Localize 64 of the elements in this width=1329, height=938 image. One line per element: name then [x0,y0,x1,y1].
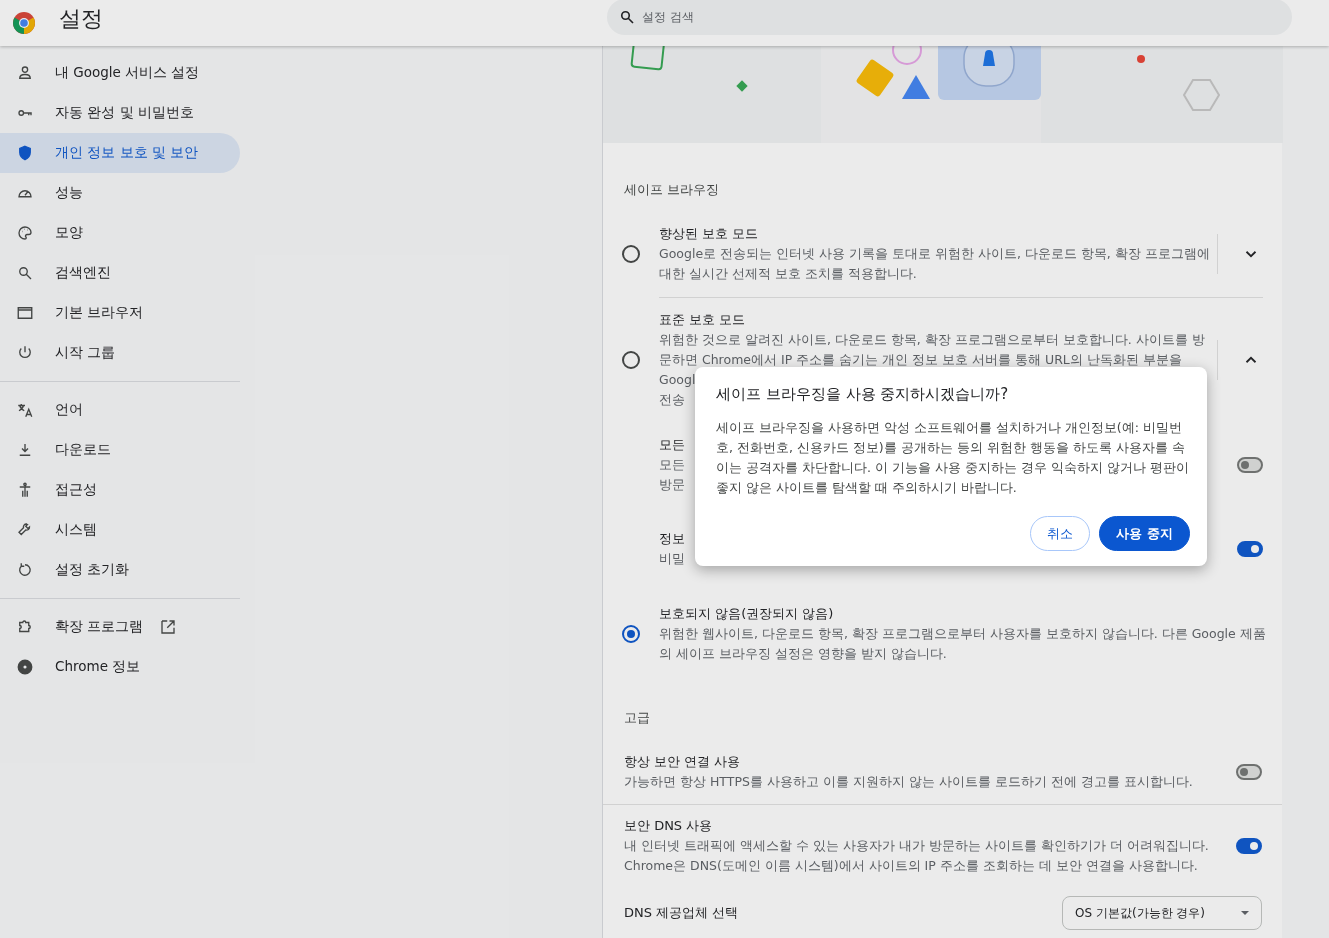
palette-icon [16,224,34,242]
sidebar-item[interactable]: 시작 그룹 [0,333,240,373]
description-line: 모든 [659,456,685,474]
translate-icon [16,401,34,419]
setting-title: 항상 보안 연결 사용 [624,753,741,771]
option-title: 표준 보호 모드 [659,311,746,329]
description-line: Google로 전송되는 인터넷 사용 기록을 토대로 위험한 사이트, 다운로드 항목, 확장 프로그램에 [659,245,1210,263]
sidebar-item[interactable]: 언어 [0,390,240,430]
dropdown[interactable]: OS 기본값(가능한 경우) [1062,896,1262,930]
radio-button[interactable] [622,351,640,369]
description-line: 방문 [659,476,685,494]
sidebar-item[interactable]: 설정 초기화 [0,550,240,590]
dialog-message: 세이프 브라우징을 사용하면 악성 소프트웨어를 설치하거나 개인정보(예: 비밀번호, 전화번호, 신용카드 정보)를 공개하는 등의 위험한 행동을 하도록 사용자를 속이는 공격자를 차단합니다. 이 기능을 사용 중지하는 경우 익숙하지 않거나 평판이 좋지 않은 사이트를 탐색할 때 주의하시기 바랍니다. [716,419,1190,497]
sidebar-item[interactable]: 개인 정보 보호 및 보안 [0,133,240,173]
description-line: 전송 [659,391,685,409]
caret-icon [1241,911,1249,915]
setting-title: DNS 제공업체 선택 [624,904,739,922]
search-icon [16,264,34,282]
chrome-logo-icon [12,11,36,35]
sidebar-item[interactable]: 성능 [0,173,240,213]
radio-button[interactable] [622,245,640,263]
section-heading: 고급 [623,709,651,727]
toggle-switch[interactable] [1236,838,1262,854]
sidebar-item[interactable]: 자동 완성 및 비밀번호 [0,93,240,133]
search-icon [618,8,636,26]
person-icon [16,64,34,82]
description-line: 문하면 Chrome에서 IP 주소를 숨기는 개인 정보 보호 서버를 통해 URL의 난독화된 부분을 [659,351,1182,369]
toggle-switch[interactable] [1237,457,1263,473]
section-heading: 세이프 브라우징 [623,181,721,199]
page-title: 설정 [59,5,104,33]
setting-title: 보안 DNS 사용 [624,817,713,835]
option-title: 향상된 보호 모드 [659,225,759,243]
sidebar-item[interactable]: 검색엔진 [0,253,240,293]
sidebar-item[interactable]: 모양 [0,213,240,253]
radio-button[interactable] [622,625,640,643]
shield-icon [16,144,34,162]
confirm-button[interactable]: 사용 중지 [1099,516,1190,551]
sidebar-item[interactable]: 확장 프로그램 [0,607,240,647]
description-line: Chrome은 DNS(도메인 이름 시스템)에서 사이트의 IP 주소를 조회하는 데 보안 연결을 사용합니다. [624,857,1198,875]
sidebar-item[interactable]: 시스템 [0,510,240,550]
setting-title: 정보 [659,530,685,548]
sidebar-item[interactable]: 다운로드 [0,430,240,470]
sidebar-item[interactable]: 기본 브라우저 [0,293,240,333]
option-title: 보호되지 않음(권장되지 않음) [659,605,834,623]
chrome-icon [16,658,34,676]
description-line: 내 인터넷 트래픽에 액세스할 수 있는 사용자가 내가 방문하는 사이트를 확인하기가 더 어려워집니다. [624,837,1209,855]
description-line: 가능하면 항상 HTTPS를 사용하고 이를 지원하지 않는 사이트를 로드하기 전에 경고를 표시합니다. [624,773,1193,791]
dialog-title: 세이프 브라우징을 사용 중지하시겠습니까? [716,384,1010,405]
toggle-switch[interactable] [1236,764,1262,780]
description-line: 비밀 [659,550,685,568]
sidebar-item[interactable]: Chrome 정보 [0,647,240,687]
search-field[interactable]: 설정 검색 [607,0,1292,35]
description-line: Googl [659,371,696,389]
cancel-button[interactable]: 취소 [1030,516,1091,551]
browser-window-icon [16,304,34,322]
toggle-switch[interactable] [1237,541,1263,557]
description-line: 위험한 웹사이트, 다운로드 항목, 확장 프로그램으로부터 사용자를 보호하지 않습니다. 다른 Google 제품 [659,625,1266,643]
description-line: 의 세이프 브라우징 설정은 영향을 받지 않습니다. [659,645,947,663]
description-line: 대한 실시간 선제적 보호 조치를 적용합니다. [659,265,917,283]
sidebar-item[interactable]: 내 Google 서비스 설정 [0,53,240,93]
reset-icon [16,561,34,579]
description-line: 위험한 것으로 알려진 사이트, 다운로드 항목, 확장 프로그램으로부터 보호합니다. 사이트를 방 [659,331,1205,349]
sidebar-item[interactable]: 접근성 [0,470,240,510]
setting-title: 모든 [659,436,685,454]
